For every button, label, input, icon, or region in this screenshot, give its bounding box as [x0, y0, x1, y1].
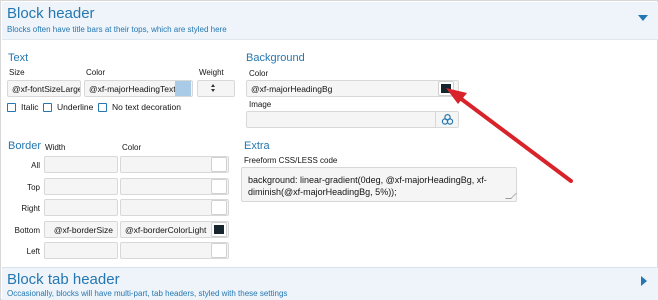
font-weight-select[interactable]: [197, 80, 235, 97]
no-decoration-label: No text decoration: [112, 102, 181, 112]
border-all-width-input[interactable]: [44, 156, 118, 173]
border-right-width-input[interactable]: [44, 199, 118, 216]
image-label: Image: [249, 100, 272, 109]
background-image-input[interactable]: [246, 111, 459, 128]
underline-label: Underline: [57, 102, 94, 112]
font-size-input[interactable]: @xf-fontSizeLarger: [7, 80, 81, 97]
border-row-label: Right: [21, 204, 40, 213]
image-picker-icon: [441, 114, 453, 125]
section-title: Block header: [7, 5, 95, 22]
border-top-width-input[interactable]: [44, 178, 118, 195]
freeform-css-value: background: linear-gradient(0deg, @xf-ma…: [248, 175, 487, 197]
italic-checkbox[interactable]: [7, 102, 16, 112]
border-left-width-input[interactable]: [44, 242, 118, 259]
border-row-label: Bottom: [14, 226, 40, 235]
border-width-label: Width: [45, 143, 66, 152]
border-color-label: Color: [122, 143, 142, 152]
border-top-color-swatch[interactable]: [211, 179, 227, 194]
color-swatch-fill: [175, 81, 191, 96]
size-label: Size: [9, 68, 25, 77]
border-bottom-width-input[interactable]: @xf-borderSize: [44, 221, 118, 238]
background-color-value: @xf-majorHeadingBg: [251, 84, 333, 94]
color-swatch-fill: [214, 225, 224, 234]
border-right-color-swatch[interactable]: [211, 200, 227, 215]
block-header-section-header[interactable]: Block header Blocks often have title bar…: [2, 2, 658, 40]
background-group-title: Background: [246, 52, 305, 64]
resize-handle-icon[interactable]: [505, 193, 517, 199]
text-color-label: Color: [86, 68, 106, 77]
background-color-label: Color: [249, 69, 269, 78]
italic-option[interactable]: Italic: [7, 102, 38, 112]
section-description: Blocks often have title bars at their to…: [7, 25, 227, 34]
freeform-css-label: Freeform CSS/LESS code: [244, 156, 338, 165]
triangle-down-icon[interactable]: [638, 15, 648, 21]
background-color-swatch[interactable]: [438, 81, 454, 96]
image-picker-button[interactable]: [435, 111, 458, 128]
chevron-down-icon: [211, 89, 215, 92]
freeform-css-textarea[interactable]: background: linear-gradient(0deg, @xf-ma…: [241, 167, 517, 202]
border-bottom-color-swatch[interactable]: [211, 222, 227, 237]
border-row-label: Left: [26, 247, 40, 256]
no-decoration-option[interactable]: No text decoration: [98, 102, 181, 112]
border-all-color-swatch[interactable]: [211, 157, 227, 172]
triangle-right-icon[interactable]: [641, 276, 647, 286]
chevron-up-icon: [211, 84, 215, 87]
no-decoration-checkbox[interactable]: [98, 102, 107, 112]
border-row-label: Top: [27, 183, 40, 192]
border-left-color-swatch[interactable]: [211, 243, 227, 258]
section-title: Block tab header: [7, 271, 120, 288]
color-swatch-fill: [441, 84, 451, 93]
block-tab-header-section-header[interactable]: Block tab header Occasionally, blocks wi…: [2, 267, 658, 300]
text-color-swatch[interactable]: [175, 81, 191, 96]
section-description: Occasionally, blocks will have multi-par…: [7, 289, 288, 298]
italic-label: Italic: [21, 102, 39, 112]
text-group-title: Text: [8, 52, 29, 64]
border-bottom-color-value: @xf-borderColorLight: [125, 225, 207, 235]
background-color-input[interactable]: @xf-majorHeadingBg: [246, 80, 459, 97]
style-properties-panel: Block header Blocks often have title bar…: [0, 0, 658, 300]
border-group-title: Border: [8, 140, 42, 152]
weight-label: Weight: [199, 68, 224, 77]
text-color-value: @xf-majorHeadingTextC: [89, 84, 182, 94]
underline-checkbox[interactable]: [43, 102, 52, 112]
border-row-label: All: [31, 161, 40, 170]
extra-group-title: Extra: [244, 140, 270, 152]
underline-option[interactable]: Underline: [43, 102, 93, 112]
